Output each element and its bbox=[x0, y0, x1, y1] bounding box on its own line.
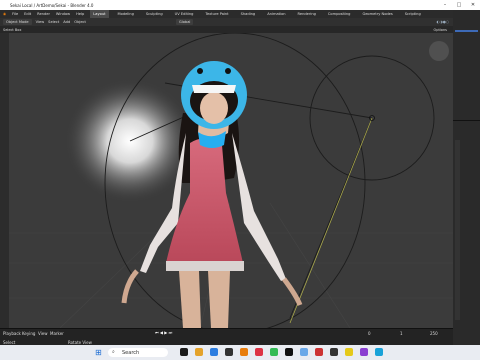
tab-sculpting[interactable]: Sculpting bbox=[143, 10, 166, 18]
add-menu[interactable]: Add bbox=[63, 20, 70, 24]
edge-icon[interactable] bbox=[210, 348, 218, 356]
select-box-label[interactable]: Select Box bbox=[3, 28, 21, 32]
tab-texture-paint[interactable]: Texture Paint bbox=[202, 10, 231, 18]
playback-menu[interactable]: Playback bbox=[3, 331, 21, 336]
file-explorer-icon[interactable] bbox=[195, 348, 203, 356]
taskbar-search[interactable]: ⌕ Search bbox=[108, 348, 168, 357]
windows-taskbar: ⊞ ⌕ Search bbox=[0, 345, 480, 360]
taskbar-app-icon[interactable] bbox=[255, 348, 263, 356]
transform-orientation-dropdown[interactable]: Global bbox=[175, 19, 194, 25]
tab-shading[interactable]: Shading bbox=[238, 10, 259, 18]
tab-scripting[interactable]: Scripting bbox=[402, 10, 424, 18]
current-frame[interactable]: 0 bbox=[368, 331, 371, 336]
marker-menu[interactable]: Marker bbox=[50, 331, 64, 336]
tab-rendering[interactable]: Rendering bbox=[295, 10, 319, 18]
view-menu[interactable]: View bbox=[36, 20, 45, 24]
menu-file[interactable]: File bbox=[12, 12, 18, 16]
menu-window[interactable]: Window bbox=[56, 12, 70, 16]
timeline[interactable]: Playback Keying View Marker ⏮ ◀ ▶ ⏭ 0 1 … bbox=[0, 328, 453, 345]
blender-logo-icon[interactable]: ◉ bbox=[3, 12, 6, 16]
minimize-icon[interactable]: – bbox=[438, 0, 452, 10]
select-menu[interactable]: Select bbox=[48, 20, 59, 24]
navigation-gizmo[interactable] bbox=[429, 41, 449, 61]
close-icon[interactable]: ✕ bbox=[466, 0, 480, 10]
tool-settings-bar: Select Box Options bbox=[0, 26, 453, 33]
keying-menu[interactable]: Keying bbox=[22, 331, 35, 336]
options-menu[interactable]: Options bbox=[433, 28, 447, 32]
taskbar-app-icon[interactable] bbox=[330, 348, 338, 356]
menu-edit[interactable]: Edit bbox=[24, 12, 31, 16]
taskbar-app-icon[interactable] bbox=[285, 348, 293, 356]
search-label: Search bbox=[122, 349, 140, 356]
outliner-selection bbox=[455, 30, 478, 32]
title-bar: Sekai Local / ArtDemo/Sekai - Blender 4.… bbox=[0, 0, 480, 10]
windows-start-icon[interactable]: ⊞ bbox=[95, 348, 102, 357]
window-title: Sekai Local / ArtDemo/Sekai - Blender 4.… bbox=[10, 2, 94, 8]
menu-help[interactable]: Help bbox=[76, 12, 84, 16]
outliner-properties-panel[interactable] bbox=[453, 10, 480, 345]
viewport-scene bbox=[0, 33, 453, 328]
mode-dropdown[interactable]: Object Mode bbox=[3, 19, 32, 25]
playback-controls[interactable]: ⏮ ◀ ▶ ⏭ bbox=[155, 330, 172, 335]
object-menu[interactable]: Object bbox=[74, 20, 86, 24]
blender-icon[interactable] bbox=[240, 348, 248, 356]
taskbar-app-icon[interactable] bbox=[375, 348, 383, 356]
tab-layout[interactable]: Layout bbox=[90, 10, 109, 18]
tab-uv-editing[interactable]: UV Editing bbox=[172, 10, 197, 18]
taskbar-app-icon[interactable] bbox=[360, 348, 368, 356]
start-frame[interactable]: 1 bbox=[400, 331, 403, 336]
tab-geometry-nodes[interactable]: Geometry Nodes bbox=[359, 10, 395, 18]
taskbar-app-icon[interactable] bbox=[225, 348, 233, 356]
menu-bar: ◉ File Edit Render Window Help Layout Mo… bbox=[0, 10, 480, 18]
viewport-header: Object Mode View Select Add Object Globa… bbox=[0, 18, 453, 26]
taskbar-app-icon[interactable] bbox=[315, 348, 323, 356]
tool-shelf[interactable] bbox=[0, 33, 9, 328]
taskbar-app-icon[interactable] bbox=[180, 348, 188, 356]
tab-animation[interactable]: Animation bbox=[264, 10, 288, 18]
taskbar-app-icon[interactable] bbox=[300, 348, 308, 356]
properties-tab-icons[interactable] bbox=[455, 140, 460, 320]
tab-modeling[interactable]: Modeling bbox=[115, 10, 137, 18]
taskbar-app-icon[interactable] bbox=[345, 348, 353, 356]
search-icon: ⌕ bbox=[112, 349, 115, 355]
menu-render[interactable]: Render bbox=[37, 12, 50, 16]
view-menu-timeline[interactable]: View bbox=[38, 331, 48, 336]
tab-compositing[interactable]: Compositing bbox=[325, 10, 354, 18]
maximize-icon[interactable]: □ bbox=[452, 0, 466, 10]
taskbar-app-icon[interactable] bbox=[270, 348, 278, 356]
end-frame[interactable]: 250 bbox=[430, 331, 438, 336]
3d-viewport[interactable] bbox=[0, 33, 453, 328]
shading-icons[interactable]: ◐◑●○ bbox=[436, 20, 449, 24]
